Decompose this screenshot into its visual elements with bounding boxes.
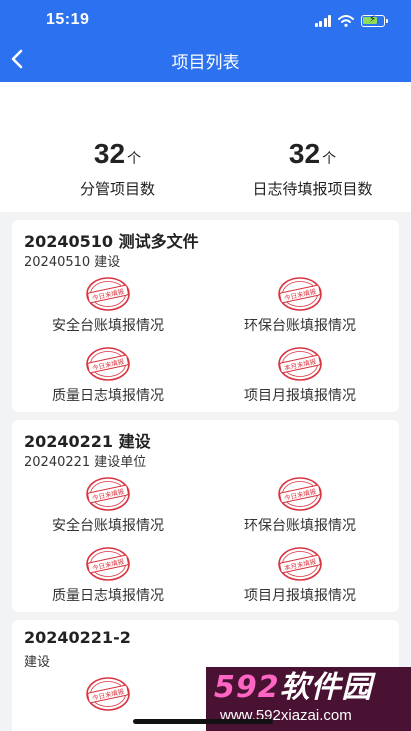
stat-label: 日志待填报项目数 <box>252 180 373 198</box>
quality-log-status[interactable]: 今日未填报 质量日志填报情况 <box>18 346 198 406</box>
safety-ledger-status[interactable]: 今日未填报 安全台账填报情况 <box>18 276 198 336</box>
watermark-brand: 592软件园 <box>214 671 373 705</box>
item-label: 环保台账填报情况 <box>244 518 356 534</box>
stamp-icon: 本月未填报 <box>278 547 322 581</box>
project-title: 20240221-2 <box>24 628 131 647</box>
stamp-icon: 本月未填报 <box>278 347 322 381</box>
status-icons: ⚡ <box>314 13 388 29</box>
stat-value: 32 <box>93 138 126 169</box>
monthly-report-status[interactable]: 本月未填报 项目月报填报情况 <box>210 346 390 406</box>
stat-label: 分管项目数 <box>79 180 155 198</box>
item-label: 安全台账填报情况 <box>52 518 164 534</box>
stamp-icon: 今日未填报 <box>86 277 130 311</box>
environmental-ledger-status[interactable]: 今日未填报 环保台账填报情况 <box>210 276 390 336</box>
stamp-icon: 今日未填报 <box>86 477 130 511</box>
quality-log-status[interactable]: 今日未填报 质量日志填报情况 <box>18 546 198 606</box>
cellular-signal-icon <box>314 15 331 27</box>
item-label: 项目月报填报情况 <box>244 388 356 404</box>
stat-pending-log-projects: 32 个 日志待填报项目数 <box>210 138 411 199</box>
project-subtitle: 20240510 建设 <box>24 255 121 270</box>
item-label: 安全台账填报情况 <box>52 318 164 334</box>
item-label: 质量日志填报情况 <box>52 588 164 604</box>
home-indicator[interactable] <box>133 719 273 724</box>
stamp-icon: 今日未填报 <box>86 347 130 381</box>
summary-stats: 32 个 分管项目数 32 个 日志待填报项目数 <box>0 82 411 212</box>
page-title: 项目列表 <box>171 53 240 73</box>
item-label: 项目月报填报情况 <box>244 588 356 604</box>
wifi-icon <box>338 15 354 27</box>
environmental-ledger-status[interactable]: 今日未填报 环保台账填报情况 <box>210 476 390 536</box>
stat-unit: 个 <box>322 151 337 167</box>
item-label: 环保台账填报情况 <box>244 318 356 334</box>
stamp-icon: 今日未填报 <box>278 477 322 511</box>
item-label: 质量日志填报情况 <box>52 388 164 404</box>
watermark-digits: 592 <box>214 670 280 705</box>
stamp-icon: 今日未填报 <box>278 277 322 311</box>
status-time: 15:19 <box>46 11 90 28</box>
project-card[interactable]: 20240221 建设 20240221 建设单位 今日未填报 安全台账填报情况… <box>12 420 399 612</box>
project-subtitle: 建设 <box>24 655 51 670</box>
monthly-report-status[interactable]: 本月未填报 项目月报填报情况 <box>210 546 390 606</box>
project-title: 20240221 建设 <box>24 432 151 451</box>
project-subtitle: 20240221 建设单位 <box>24 455 147 470</box>
project-card[interactable]: 20240510 测试多文件 20240510 建设 今日未填报 安全台账填报情… <box>12 220 399 412</box>
safety-ledger-status[interactable]: 今日未填报 安全台账填报情况 <box>18 476 198 536</box>
stat-unit: 个 <box>127 151 142 167</box>
stamp-icon: 今日未填报 <box>86 677 130 711</box>
stat-value: 32 <box>288 138 321 169</box>
project-title: 20240510 测试多文件 <box>24 232 199 251</box>
stat-managed-projects: 32 个 分管项目数 <box>15 138 220 199</box>
stamp-icon: 今日未填报 <box>86 547 130 581</box>
app-header: 15:19 ⚡ 项目列表 <box>0 0 411 82</box>
battery-icon: ⚡ <box>361 14 388 27</box>
watermark-text: 软件园 <box>279 670 373 705</box>
